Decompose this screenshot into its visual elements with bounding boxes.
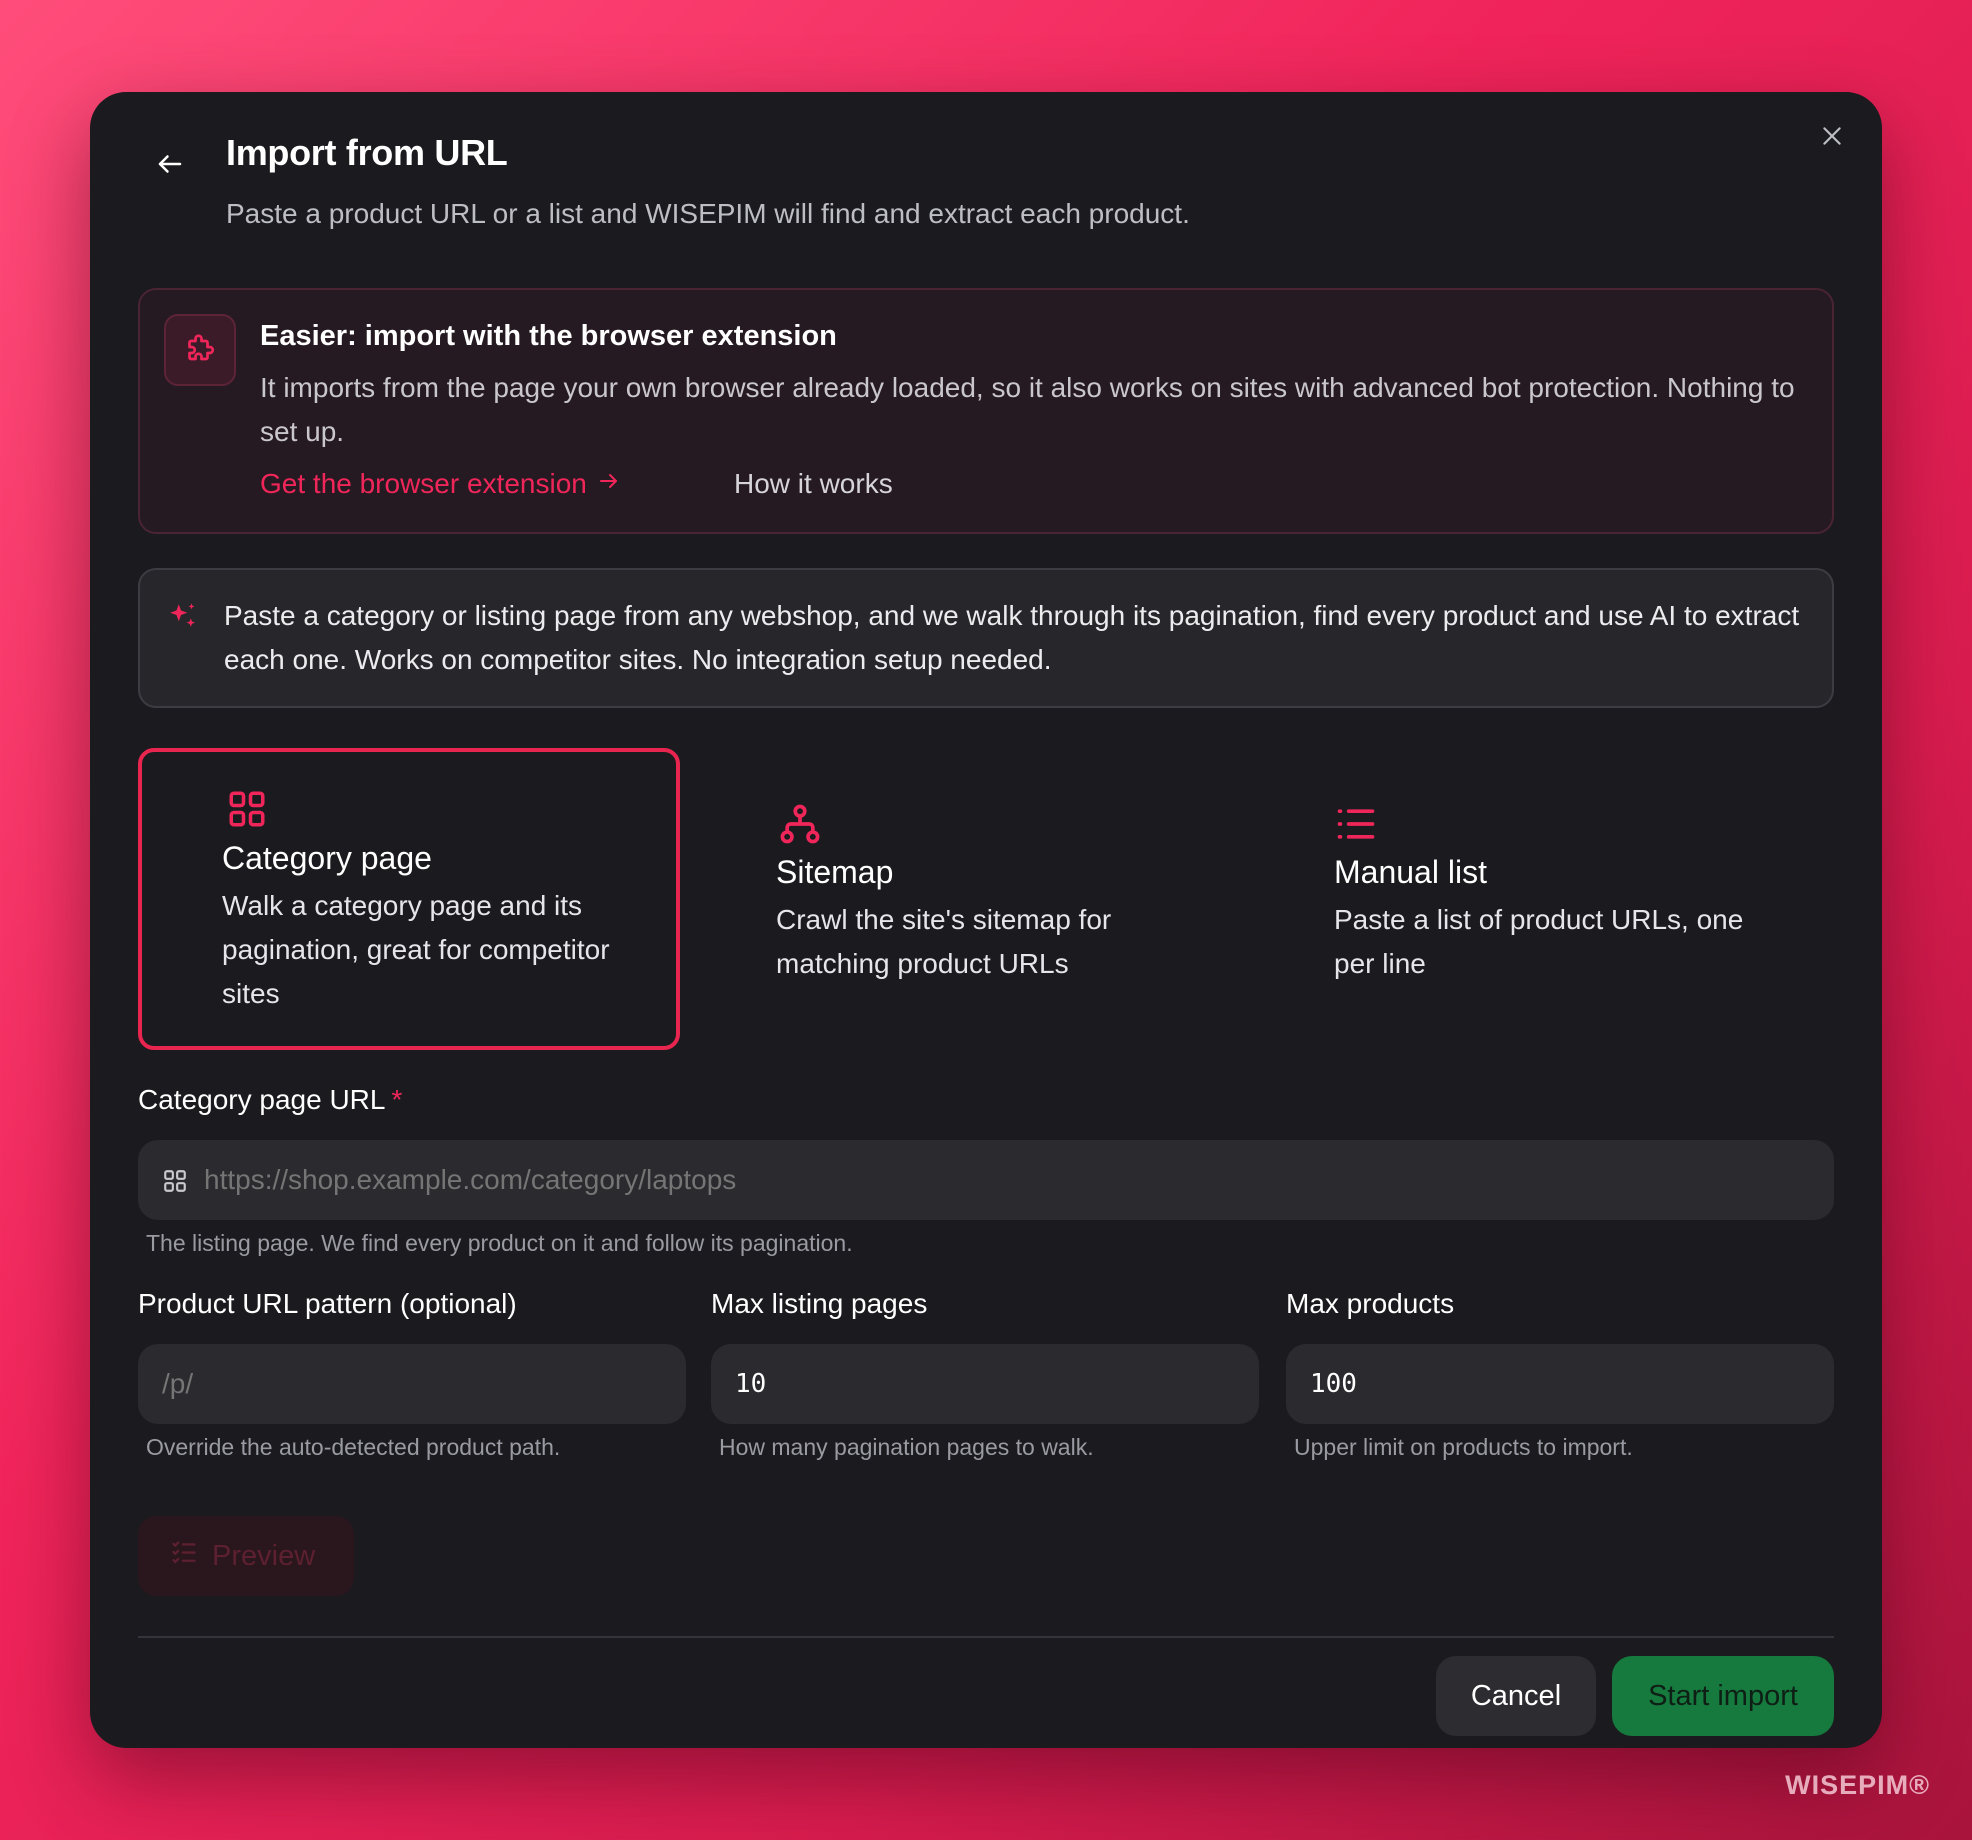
list-check-icon [170, 1538, 198, 1574]
grid-icon [162, 1168, 188, 1199]
info-text: Paste a category or listing page from an… [224, 600, 1800, 675]
pattern-label: Product URL pattern (optional) [138, 1288, 517, 1319]
pattern-input[interactable] [138, 1344, 686, 1424]
max-pages-help: How many pagination pages to walk. [719, 1434, 1094, 1460]
max-pages-input[interactable] [711, 1344, 1259, 1424]
max-pages-label: Max listing pages [711, 1288, 928, 1319]
info-callout: Paste a category or listing page from an… [138, 568, 1834, 708]
mode-title: Manual list [1334, 854, 1487, 890]
mode-option-category-page[interactable]: Category page Walk a category page and i… [138, 748, 680, 1050]
dialog-title: Import from URL [226, 132, 508, 173]
dialog-subtitle: Paste a product URL or a list and WISEPI… [226, 198, 1190, 229]
max-products-label: Max products [1286, 1288, 1455, 1319]
start-import-button[interactable]: Start import [1612, 1656, 1834, 1736]
mode-title: Category page [222, 840, 432, 876]
category-url-help: The listing page. We find every product … [146, 1230, 853, 1256]
category-url-input[interactable] [138, 1140, 1834, 1220]
get-extension-label: Get the browser extension [260, 468, 587, 499]
pattern-help: Override the auto-detected product path. [146, 1434, 561, 1460]
mode-title: Sitemap [776, 854, 894, 890]
mode-description: Crawl the site's sitemap for matching pr… [776, 904, 1112, 979]
browser-extension-card: Easier: import with the browser extensio… [138, 288, 1834, 534]
sparkles-icon [166, 600, 200, 639]
close-icon[interactable] [1812, 116, 1852, 156]
preview-label: Preview [212, 1539, 316, 1572]
category-url-label-text: Category page URL [138, 1084, 386, 1115]
category-url-label: Category page URL * [138, 1084, 402, 1116]
max-products-help: Upper limit on products to import. [1294, 1434, 1633, 1460]
mode-description: Paste a list of product URLs, one per li… [1334, 904, 1744, 979]
mode-option-sitemap[interactable]: Sitemap Crawl the site's sitemap for mat… [696, 748, 1238, 1050]
back-arrow-icon[interactable] [148, 142, 192, 186]
puzzle-icon [164, 314, 236, 386]
extension-card-title: Easier: import with the browser extensio… [260, 320, 837, 352]
cancel-button[interactable]: Cancel [1436, 1656, 1596, 1736]
grid-icon [226, 788, 268, 835]
brand-watermark: WISEPIM® [1785, 1770, 1930, 1800]
required-mark: * [391, 1084, 403, 1115]
mode-description: Walk a category page and its pagination,… [222, 890, 610, 1009]
list-icon [1334, 802, 1378, 851]
import-dialog: Import from URL Paste a product URL or a… [90, 92, 1882, 1748]
get-extension-link[interactable]: Get the browser extension [260, 468, 621, 500]
mode-option-manual-list[interactable]: Manual list Paste a list of product URLs… [1254, 748, 1834, 1050]
footer-divider [138, 1636, 1834, 1638]
how-it-works-link[interactable]: How it works [734, 468, 893, 500]
max-products-input[interactable] [1286, 1344, 1834, 1424]
sitemap-icon [778, 802, 822, 851]
arrow-right-icon [597, 468, 621, 500]
preview-button[interactable]: Preview [138, 1516, 354, 1596]
extension-card-body: It imports from the page your own browse… [260, 372, 1795, 447]
